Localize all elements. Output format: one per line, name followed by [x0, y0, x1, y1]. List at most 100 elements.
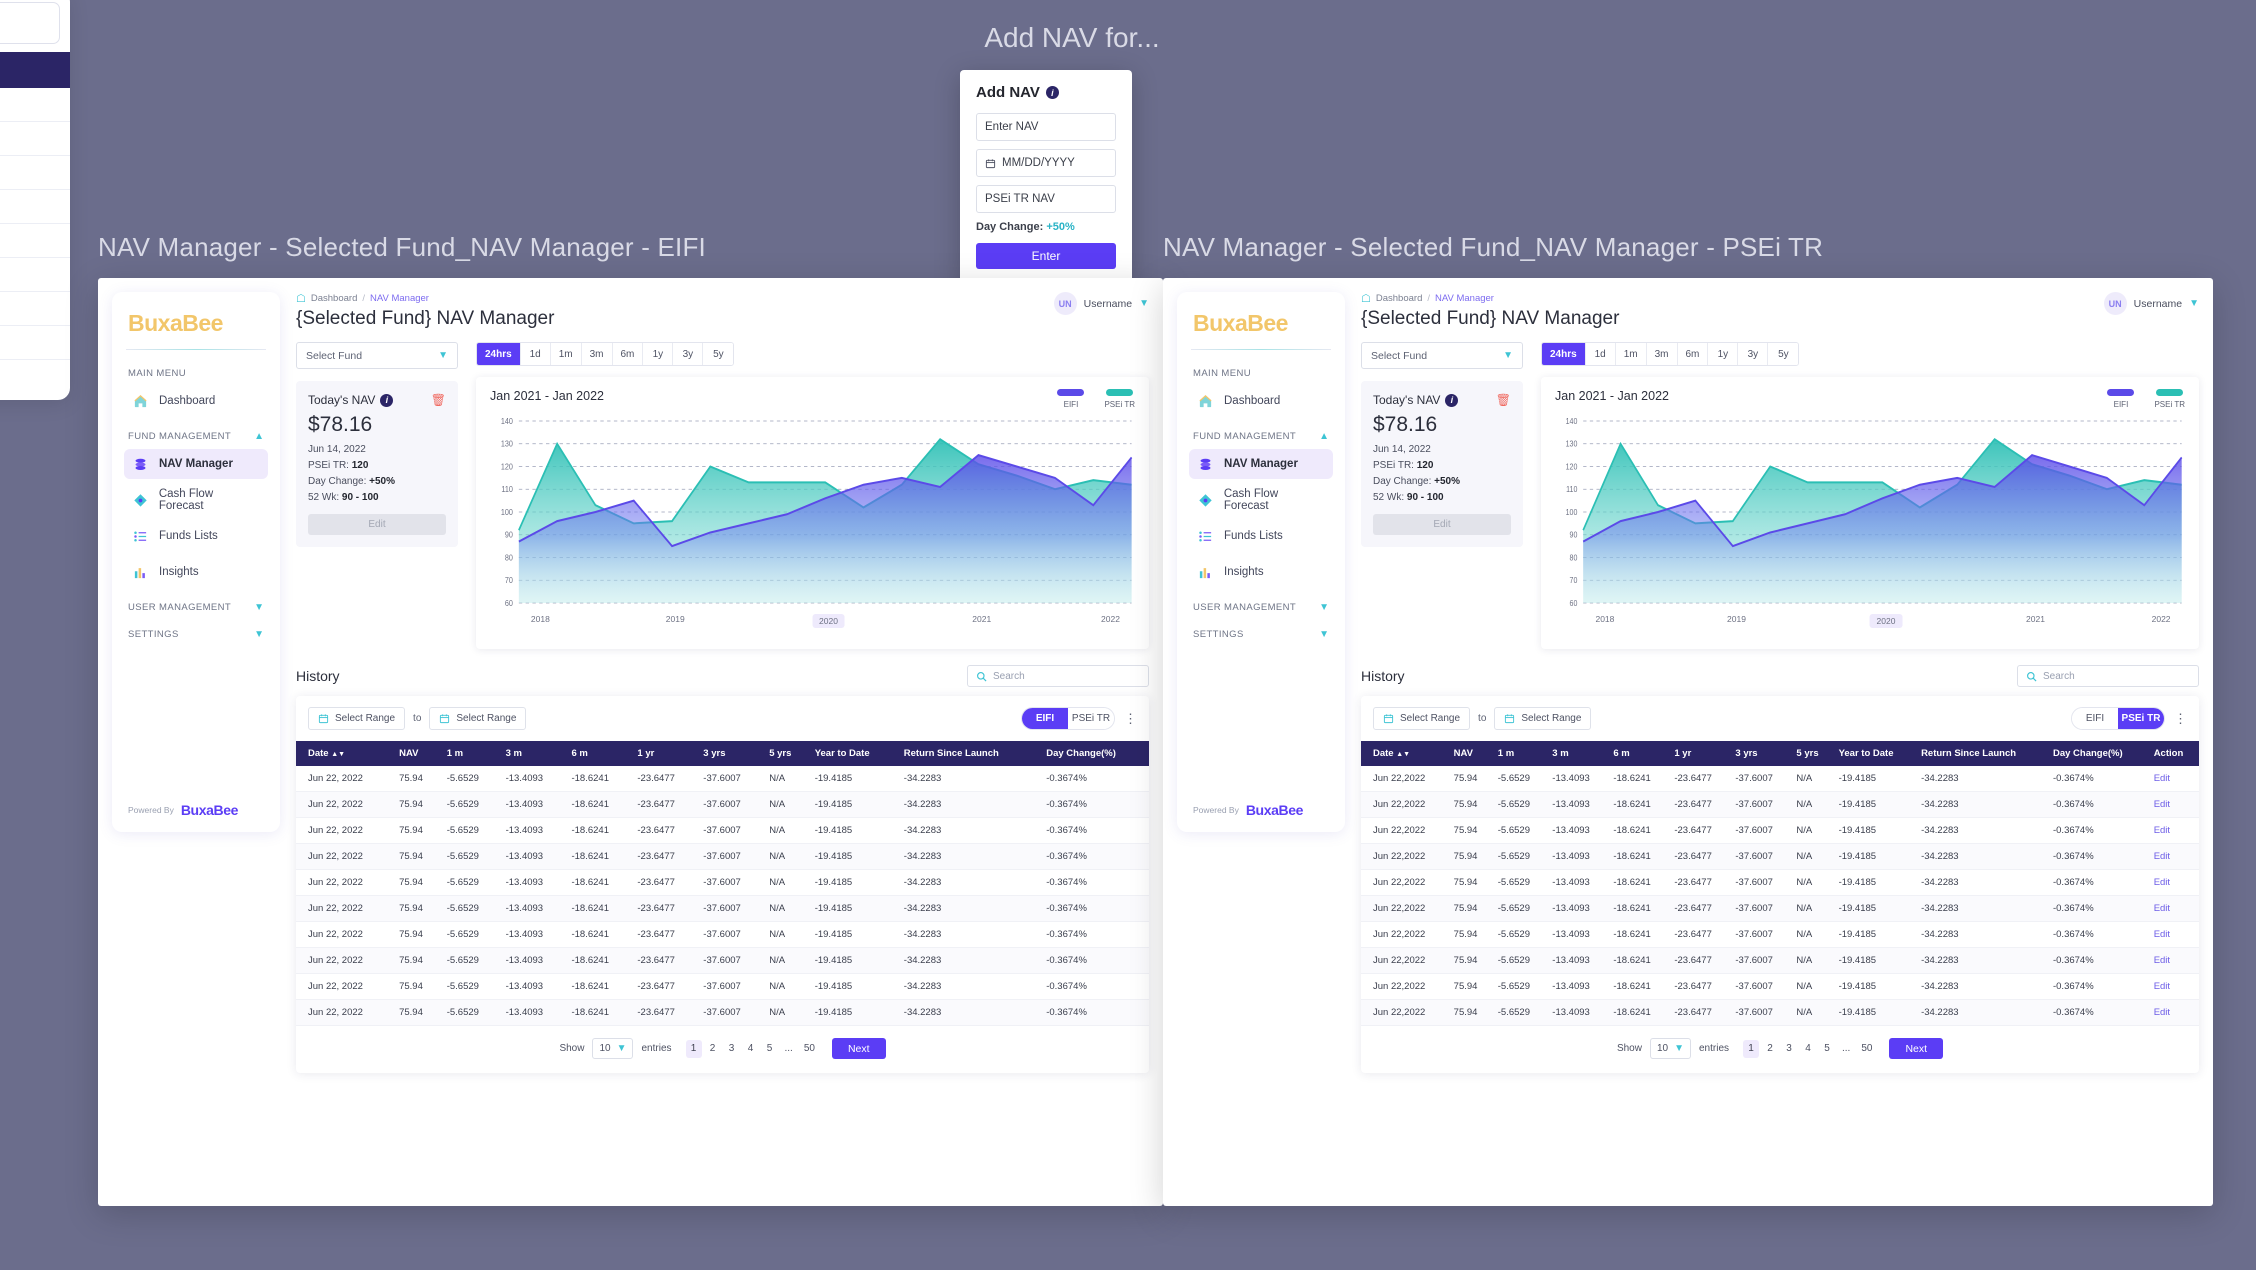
table-row[interactable]: Jun 22,2022 75.94 -5.6529 -13.4093 -18.6241-… — [1361, 843, 2199, 870]
legend-item-psei-tr[interactable]: PSEi TR — [1104, 389, 1135, 409]
page-number-2[interactable]: 2 — [1762, 1040, 1778, 1058]
segment-eifi[interactable]: EIFI — [1022, 708, 1068, 729]
action-cell[interactable]: Edit — [2147, 999, 2199, 1026]
breadcrumb-current[interactable]: NAV Manager — [370, 293, 429, 304]
range-tab-5y[interactable]: 5y — [1768, 343, 1799, 365]
table-row[interactable]: Jun 22, 2022 75.94 -5.6529 -13.4093 -18.6241… — [296, 869, 1149, 896]
table-row[interactable]: Jun 22, 2022 75.94 -5.6529 -13.4093 -18.6241… — [296, 817, 1149, 844]
action-cell[interactable]: Edit — [2147, 947, 2199, 974]
edit-link[interactable]: Edit — [2154, 773, 2170, 784]
table-row[interactable]: Jun 22, 2022 75.94 -5.6529 -13.4093 -18.6241… — [296, 999, 1149, 1026]
nav-input[interactable]: Enter NAV — [976, 113, 1116, 141]
select-fund-dropdown[interactable]: Select Fund ▼ — [296, 342, 458, 369]
sort-icon[interactable]: ▲▼ — [1396, 751, 1410, 758]
action-cell[interactable]: Edit — [2147, 766, 2199, 792]
page-number-50[interactable]: 50 — [1857, 1040, 1876, 1058]
edit-link[interactable]: Edit — [2154, 799, 2170, 810]
column-header-date[interactable]: Date ▲▼ — [296, 741, 394, 766]
sidebar-item-cash-flow-forecast[interactable]: Cash Flow Forecast — [1189, 485, 1333, 515]
range-tab-3m[interactable]: 3m — [1646, 343, 1678, 365]
range-tab-1d[interactable]: 1d — [520, 343, 551, 365]
sidebar-item-nav-manager[interactable]: NAV Manager — [1189, 449, 1333, 479]
enter-button[interactable]: Enter — [976, 243, 1116, 269]
user-menu[interactable]: UN Username ▼ — [2103, 292, 2199, 315]
info-icon[interactable]: i — [1445, 393, 1459, 407]
sidebar-item-cash-flow-forecast[interactable]: Cash Flow Forecast — [124, 485, 268, 515]
action-cell[interactable]: Edit — [2147, 817, 2199, 844]
section-caption-settings-row[interactable]: SETTINGS ▼ — [128, 629, 264, 640]
range-to-button[interactable]: Select Range — [1494, 707, 1592, 730]
page-number-2[interactable]: 2 — [705, 1040, 721, 1058]
page-number-3[interactable]: 3 — [724, 1040, 740, 1058]
range-tab-1y[interactable]: 1y — [643, 343, 674, 365]
segment-psei-tr[interactable]: PSEi TR — [1068, 708, 1114, 729]
table-row[interactable]: Jun 22, 2022 75.94 -5.6529 -13.4093 -18.6241… — [296, 973, 1149, 1000]
action-cell[interactable]: Edit — [2147, 973, 2199, 1000]
psei-nav-input[interactable]: PSEi TR NAV — [976, 185, 1116, 213]
date-input[interactable]: MM/DD/YYYY — [976, 149, 1116, 177]
range-from-button[interactable]: Select Range — [308, 707, 406, 730]
range-tab-24hrs[interactable]: 24hrs — [1542, 343, 1586, 365]
select-fund-dropdown[interactable]: Select Fund ▼ — [1361, 342, 1523, 369]
table-row[interactable]: Jun 22, 2022 75.94 -5.6529 -13.4093 -18.6241… — [296, 791, 1149, 818]
table-row[interactable]: Jun 22,2022 75.94 -5.6529 -13.4093 -18.6241-… — [1361, 791, 2199, 818]
page-number-5[interactable]: 5 — [762, 1040, 778, 1058]
range-tab-24hrs[interactable]: 24hrs — [477, 343, 521, 365]
range-tab-1y[interactable]: 1y — [1708, 343, 1739, 365]
segment-eifi[interactable]: EIFI — [2072, 708, 2118, 729]
next-page-button[interactable]: Next — [831, 1038, 886, 1059]
edit-link[interactable]: Edit — [2154, 981, 2170, 992]
breadcrumb-current[interactable]: NAV Manager — [1435, 293, 1494, 304]
table-row[interactable]: Jun 22, 2022 75.94 -5.6529 -13.4093 -18.6241… — [296, 843, 1149, 870]
edit-button[interactable]: Edit — [308, 514, 446, 535]
trash-icon[interactable]: 🗑 — [431, 393, 446, 407]
range-tab-1d[interactable]: 1d — [1585, 343, 1616, 365]
section-caption-fund-management-row[interactable]: FUND MANAGEMENT ▲ — [128, 431, 264, 442]
trash-icon[interactable]: 🗑 — [1496, 393, 1511, 407]
range-from-button[interactable]: Select Range — [1373, 707, 1471, 730]
action-cell[interactable]: Edit — [2147, 869, 2199, 896]
range-tab-1m[interactable]: 1m — [550, 343, 582, 365]
column-header-date[interactable]: Date ▲▼ — [1361, 741, 1448, 766]
breadcrumb-dashboard[interactable]: Dashboard — [1376, 293, 1422, 304]
edit-link[interactable]: Edit — [2154, 825, 2170, 836]
table-row[interactable]: Jun 22,2022 75.94 -5.6529 -13.4093 -18.6241-… — [1361, 947, 2199, 974]
page-number-50[interactable]: 50 — [800, 1040, 819, 1058]
action-cell[interactable]: Edit — [2147, 843, 2199, 870]
sidebar-item-insights[interactable]: Insights — [124, 557, 268, 587]
search-input[interactable]: Search — [967, 665, 1149, 687]
sidebar-item-insights[interactable]: Insights — [1189, 557, 1333, 587]
range-to-button[interactable]: Select Range — [429, 707, 527, 730]
action-cell[interactable]: Edit — [2147, 791, 2199, 818]
table-row[interactable]: Jun 22,2022 75.94 -5.6529 -13.4093 -18.6241-… — [1361, 921, 2199, 948]
search-input[interactable]: Search — [2017, 665, 2199, 687]
section-caption-settings-row[interactable]: SETTINGS ▼ — [1193, 629, 1329, 640]
sidebar-item-funds-lists[interactable]: Funds Lists — [124, 521, 268, 551]
range-tab-3y[interactable]: 3y — [1738, 343, 1769, 365]
table-row[interactable]: Jun 22, 2022 75.94 -5.6529 -13.4093 -18.6241… — [296, 947, 1149, 974]
edit-link[interactable]: Edit — [2154, 955, 2170, 966]
segment-psei-tr[interactable]: PSEi TR — [2118, 708, 2164, 729]
info-icon[interactable]: i — [380, 393, 394, 407]
range-tab-6m[interactable]: 6m — [1677, 343, 1709, 365]
next-page-button[interactable]: Next — [1889, 1038, 1944, 1059]
info-icon[interactable]: i — [1045, 86, 1059, 99]
range-tab-1m[interactable]: 1m — [1615, 343, 1647, 365]
legend-item-psei-tr[interactable]: PSEi TR — [2154, 389, 2185, 409]
page-size-select[interactable]: 10 ▼ — [1649, 1038, 1691, 1059]
table-row[interactable]: Jun 22,2022 75.94 -5.6529 -13.4093 -18.6241-… — [1361, 869, 2199, 896]
more-vertical-icon[interactable]: ⋮ — [2174, 712, 2187, 725]
page-number-4[interactable]: 4 — [1800, 1040, 1816, 1058]
range-tab-3y[interactable]: 3y — [673, 343, 704, 365]
legend-item-eifi[interactable]: EIFI — [2107, 389, 2135, 409]
edit-button[interactable]: Edit — [1373, 514, 1511, 535]
edit-link[interactable]: Edit — [2154, 877, 2170, 888]
sidebar-item-dashboard[interactable]: Dashboard — [124, 386, 268, 416]
sidebar-item-dashboard[interactable]: Dashboard — [1189, 386, 1333, 416]
edit-link[interactable]: Edit — [2154, 903, 2170, 914]
edit-link[interactable]: Edit — [2154, 1007, 2170, 1018]
page-number-5[interactable]: 5 — [1819, 1040, 1835, 1058]
legend-item-eifi[interactable]: EIFI — [1057, 389, 1085, 409]
section-caption-fund-management-row[interactable]: FUND MANAGEMENT ▲ — [1193, 431, 1329, 442]
section-caption-user-management-row[interactable]: USER MANAGEMENT ▼ — [1193, 602, 1329, 613]
